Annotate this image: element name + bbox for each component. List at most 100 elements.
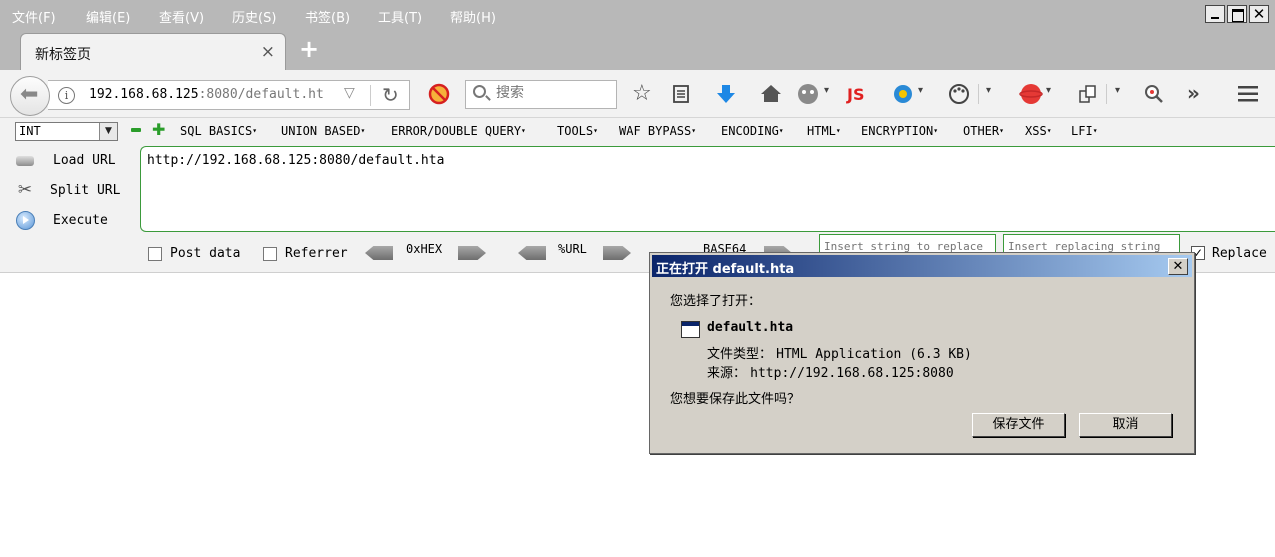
hackbar-toggle-icon[interactable] xyxy=(1019,82,1045,106)
dialog-file-name: default.hta xyxy=(707,320,794,335)
post-data-checkbox-row[interactable]: Post data xyxy=(148,246,240,261)
dialog-source: 来源： http://192.168.68.125:8080 xyxy=(707,362,954,381)
reload-icon[interactable]: ↻ xyxy=(382,83,399,107)
referrer-label: Referrer xyxy=(285,246,348,261)
menu-xss[interactable]: XSS▾ xyxy=(1025,124,1052,138)
home-icon[interactable] xyxy=(760,83,782,103)
close-window-button[interactable]: ✕ xyxy=(1249,5,1269,23)
menu-label: OTHER xyxy=(963,124,1000,138)
referrer-checkbox-row[interactable]: Referrer xyxy=(263,246,348,261)
menu-tools[interactable]: 工具(T) xyxy=(378,7,422,26)
plus-icon[interactable]: ✚ xyxy=(152,122,165,138)
hackbar-dropdown-icon[interactable]: ▾ xyxy=(1046,85,1051,96)
reading-list-icon[interactable] xyxy=(671,84,691,104)
menu-encoding[interactable]: ENCODING▾ xyxy=(721,124,784,138)
menu-union-based[interactable]: UNION BASED▾ xyxy=(281,124,365,138)
navigation-bar: i 192.168.68.125:8080/default.ht ▽ ↻ ⬅ ☆… xyxy=(0,70,1275,118)
caret-icon: ▾ xyxy=(521,126,526,135)
cancel-button[interactable]: 取消 xyxy=(1079,413,1172,437)
new-tab-button[interactable]: + xyxy=(299,35,319,63)
caret-icon: ▾ xyxy=(778,126,784,135)
hex-decode-arrow-icon[interactable] xyxy=(365,246,393,260)
caret-icon: ▾ xyxy=(360,126,366,135)
int-select-value: INT xyxy=(19,124,41,138)
addon-globe-icon[interactable] xyxy=(796,82,820,106)
menu-label: XSS xyxy=(1025,124,1047,138)
url-bar[interactable]: i 192.168.68.125:8080/default.ht ▽ ↻ xyxy=(48,80,410,110)
hex-encode-arrow-icon[interactable] xyxy=(458,246,486,260)
menu-waf-bypass[interactable]: WAF BYPASS▾ xyxy=(619,124,696,138)
palette-dropdown-icon[interactable]: ▾ xyxy=(986,85,991,96)
noscript-icon[interactable] xyxy=(428,83,450,105)
caret-icon: ▾ xyxy=(1092,126,1098,135)
overflow-chevron-icon[interactable]: » xyxy=(1187,81,1200,105)
menu-lfi[interactable]: LFI▾ xyxy=(1071,124,1098,138)
menu-label: ENCODING xyxy=(721,124,779,138)
play-icon xyxy=(14,210,36,230)
tab-title: 新标签页 xyxy=(35,47,91,63)
hackbar-url-value: http://192.168.68.125:8080/default.hta xyxy=(147,153,445,168)
js-toggle-icon[interactable]: JS xyxy=(847,85,864,104)
hackbar-url-textarea[interactable]: http://192.168.68.125:8080/default.hta xyxy=(140,146,1275,232)
chevron-down-icon[interactable]: ▼ xyxy=(99,123,117,140)
menu-bookmarks[interactable]: 书签(B) xyxy=(305,7,350,26)
menu-other[interactable]: OTHER▾ xyxy=(963,124,1004,138)
dialog-titlebar[interactable]: 正在打开 default.hta ✕ xyxy=(652,255,1192,277)
menu-view[interactable]: 查看(V) xyxy=(159,7,204,26)
addon-dropdown-icon[interactable]: ▾ xyxy=(824,85,829,96)
open-file-dialog: 正在打开 default.hta ✕ 您选择了打开： default.hta 文… xyxy=(649,252,1195,454)
menu-help[interactable]: 帮助(H) xyxy=(450,7,496,26)
dialog-file-type: 文件类型： HTML Application (6.3 KB) xyxy=(707,343,972,362)
tab-close-icon[interactable]: × xyxy=(261,42,275,62)
info-icon[interactable]: i xyxy=(58,87,75,104)
save-file-button[interactable]: 保存文件 xyxy=(972,413,1065,437)
toolbar-separator xyxy=(1106,84,1107,104)
hamburger-menu-icon[interactable] xyxy=(1237,84,1259,104)
menu-error-double-query[interactable]: ERROR/DOUBLE QUERY▾ xyxy=(391,124,526,138)
load-url-button[interactable]: Load URL xyxy=(14,150,116,170)
dialog-close-button[interactable]: ✕ xyxy=(1168,258,1188,275)
menu-encryption[interactable]: ENCRYPTION▾ xyxy=(861,124,938,138)
split-url-button[interactable]: ✂ Split URL xyxy=(14,180,121,200)
int-select[interactable]: INT ▼ xyxy=(15,122,118,141)
post-data-label: Post data xyxy=(170,246,241,261)
menu-sql-basics[interactable]: SQL BASICS▾ xyxy=(180,124,257,138)
search-input[interactable] xyxy=(496,85,611,101)
download-icon[interactable] xyxy=(716,83,736,105)
search-box[interactable] xyxy=(465,80,617,109)
replace-label: Replace xyxy=(1212,246,1267,261)
page-info-dropdown-icon[interactable]: ▾ xyxy=(1115,85,1120,96)
url-text[interactable]: 192.168.68.125:8080/default.ht xyxy=(89,87,324,102)
bookmark-star-icon[interactable]: ☆ xyxy=(632,81,652,106)
menu-edit[interactable]: 编辑(E) xyxy=(86,7,130,26)
menu-file[interactable]: 文件(F) xyxy=(12,7,56,26)
menu-history[interactable]: 历史(S) xyxy=(232,7,276,26)
back-button[interactable]: ⬅ xyxy=(10,76,50,116)
load-url-label: Load URL xyxy=(53,152,116,168)
url-encode-arrow-icon[interactable] xyxy=(603,246,631,260)
caret-icon: ▾ xyxy=(1046,126,1052,135)
ie-tab-dropdown-icon[interactable]: ▾ xyxy=(918,85,923,96)
minimize-button[interactable] xyxy=(1205,5,1225,23)
execute-button[interactable]: Execute xyxy=(14,210,108,230)
split-url-label: Split URL xyxy=(50,182,121,198)
maximize-button[interactable] xyxy=(1227,5,1247,23)
post-data-checkbox[interactable] xyxy=(148,246,162,261)
referrer-checkbox[interactable] xyxy=(263,246,277,261)
menu-tools[interactable]: TOOLS▾ xyxy=(557,124,598,138)
zoom-magnifier-icon[interactable] xyxy=(1143,83,1165,105)
caret-icon: ▾ xyxy=(835,126,841,135)
minus-icon[interactable] xyxy=(131,128,141,132)
page-info-icon[interactable] xyxy=(1077,83,1099,105)
palette-icon[interactable] xyxy=(947,82,971,106)
tab-new-tab[interactable]: 新标签页 × xyxy=(20,33,286,70)
url-label: %URL xyxy=(558,242,587,256)
menu-label: ERROR/DOUBLE QUERY xyxy=(391,124,522,138)
dialog-question: 您想要保存此文件吗？ xyxy=(670,392,801,407)
menu-html[interactable]: HTML▾ xyxy=(807,124,841,138)
hex-label: 0xHEX xyxy=(406,242,443,256)
url-dropdown-icon[interactable]: ▽ xyxy=(344,85,355,101)
url-decode-arrow-icon[interactable] xyxy=(518,246,546,260)
ie-tab-icon[interactable] xyxy=(891,82,915,106)
menu-label: SQL BASICS xyxy=(180,124,253,138)
